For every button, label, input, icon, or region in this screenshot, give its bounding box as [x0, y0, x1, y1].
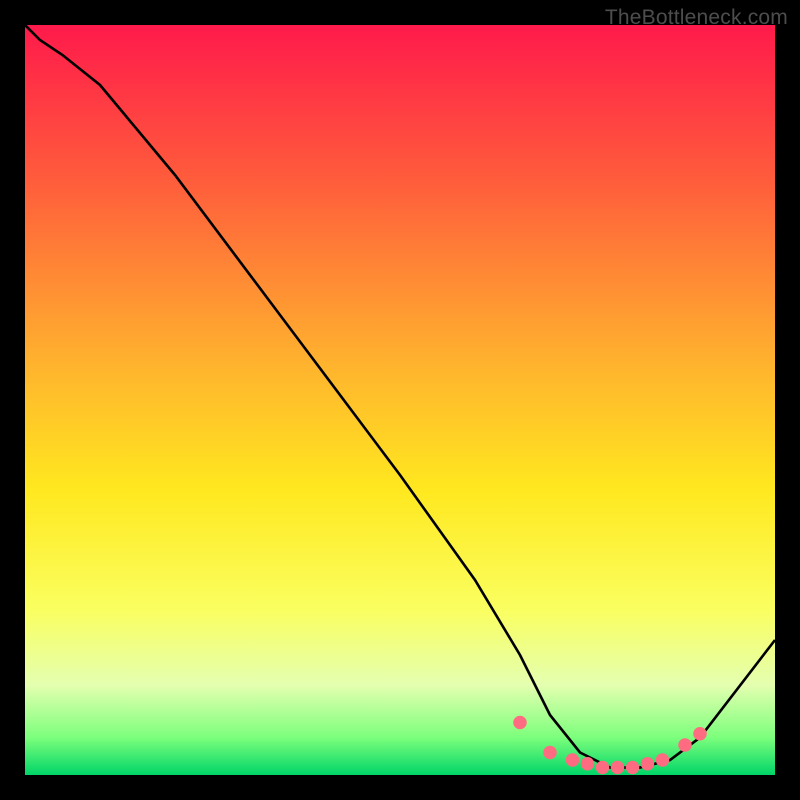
chart-svg — [25, 25, 775, 775]
marker-point — [626, 761, 640, 775]
marker-point — [566, 753, 580, 767]
chart-container: TheBottleneck.com — [0, 0, 800, 800]
chart-plot-area — [25, 25, 775, 775]
marker-point — [656, 753, 670, 767]
marker-point — [581, 757, 595, 771]
marker-point — [641, 757, 655, 771]
marker-point — [596, 761, 610, 775]
marker-point — [543, 746, 557, 760]
marker-point — [611, 761, 625, 775]
marker-point — [678, 738, 692, 752]
marker-point — [513, 716, 527, 730]
marker-point — [693, 727, 707, 741]
watermark-label: TheBottleneck.com — [605, 6, 788, 30]
chart-background — [25, 25, 775, 775]
